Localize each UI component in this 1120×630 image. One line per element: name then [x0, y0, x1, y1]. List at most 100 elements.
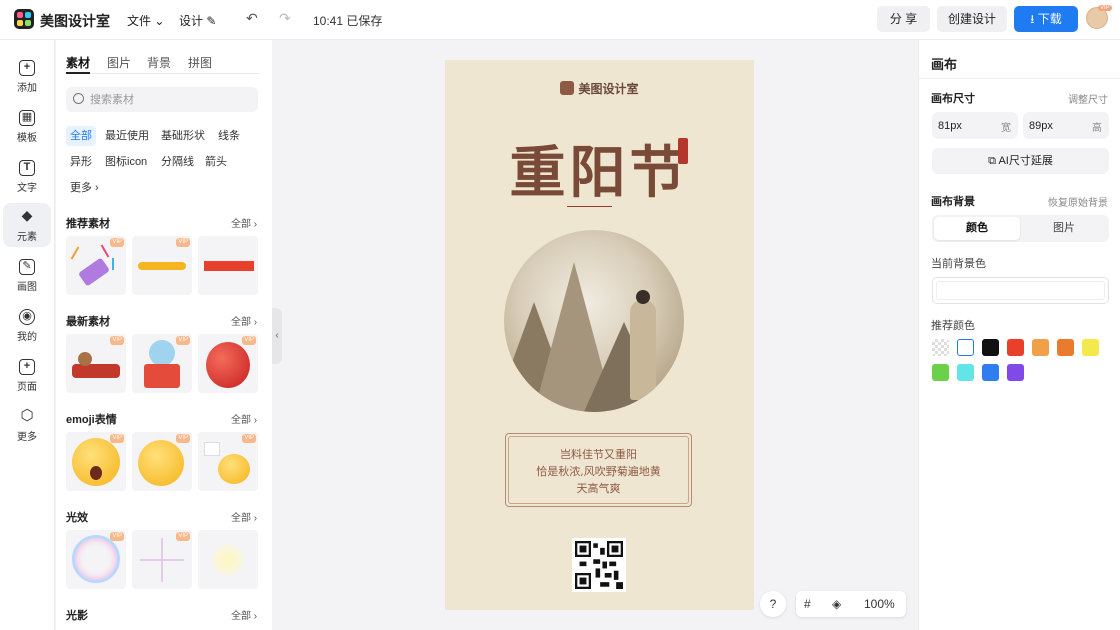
asset-thumb[interactable]: VIP	[198, 432, 258, 491]
file-menu[interactable]: 文件 ⌄	[127, 12, 164, 29]
ai-extend-button[interactable]: ⧉ AI尺寸延展	[932, 148, 1109, 174]
rail-item-text[interactable]: T 文字	[3, 154, 51, 198]
chip-irregular[interactable]: 异形	[66, 152, 96, 172]
section-title: 光影	[66, 610, 88, 622]
asset-panel: 素材 图片 背景 拼图 全部 最近使用 基础形状 线条 异形 图标icon 分隔…	[56, 40, 272, 630]
chip-dividers[interactable]: 分隔线	[157, 152, 198, 172]
seg-image[interactable]: 图片	[1021, 217, 1107, 240]
tab-materials[interactable]: 素材	[66, 54, 90, 71]
more-icon: ⬡	[20, 407, 34, 424]
undo-icon[interactable]: ↶	[246, 10, 258, 27]
layers-icon[interactable]: ◈	[832, 591, 841, 617]
rail-item-add[interactable]: + 添加	[3, 54, 51, 98]
section-all-link[interactable]: 全部 ›	[231, 411, 257, 426]
collapse-panel-button[interactable]: ‹	[272, 308, 282, 364]
swatch-white[interactable]	[957, 339, 974, 356]
current-color-preview	[936, 281, 1105, 300]
asset-thumb[interactable]: VIP	[66, 432, 126, 491]
rail-item-draw[interactable]: ✎ 画图	[3, 253, 51, 297]
landscape-painting-image	[504, 230, 684, 412]
vip-badge: VIP	[242, 336, 256, 345]
chip-icons[interactable]: 图标icon	[101, 152, 151, 172]
tab-images[interactable]: 图片	[107, 54, 131, 71]
search-input[interactable]	[90, 91, 250, 108]
vip-badge: VIP	[176, 238, 190, 247]
swatch-transparent[interactable]	[932, 339, 949, 356]
asset-thumb[interactable]: VIP	[66, 334, 126, 393]
seg-color[interactable]: 颜色	[934, 217, 1020, 240]
asset-thumb[interactable]: VIP	[132, 432, 192, 491]
color-swatch[interactable]	[982, 364, 999, 381]
rail-item-template[interactable]: ▦ 模板	[3, 104, 51, 148]
app-title: 美图设计室	[40, 13, 110, 29]
asset-thumb[interactable]: VIP	[66, 236, 126, 295]
width-field[interactable]: 宽	[932, 112, 1018, 139]
section-all-link[interactable]: 全部 ›	[231, 215, 257, 230]
color-swatch[interactable]	[1032, 339, 1049, 356]
restore-bg-link[interactable]: 恢复原始背景	[1048, 194, 1108, 209]
height-field[interactable]: 高	[1023, 112, 1109, 139]
adjust-size-link[interactable]: 调整尺寸	[1068, 91, 1108, 106]
color-swatch[interactable]	[1007, 364, 1024, 381]
rail-item-more[interactable]: ⬡ 更多	[3, 403, 51, 447]
asset-thumb[interactable]: VIP	[66, 530, 126, 589]
search-box[interactable]	[66, 87, 258, 112]
ai-extend-label: AI尺寸延展	[998, 155, 1053, 167]
color-swatch[interactable]	[982, 339, 999, 356]
color-swatch[interactable]	[1007, 339, 1024, 356]
download-button[interactable]: ⭳ 下载	[1014, 6, 1078, 32]
seal-stamp-icon	[678, 138, 688, 164]
rail-label: 文字	[17, 183, 37, 194]
section-title: 光效	[66, 512, 88, 524]
tab-collage[interactable]: 拼图	[188, 54, 212, 71]
download-icon: ⭳	[1030, 12, 1038, 26]
current-bg-color[interactable]	[932, 277, 1109, 304]
app-logo-icon[interactable]	[14, 9, 34, 29]
tab-backgrounds[interactable]: 背景	[147, 54, 171, 71]
vip-badge: VIP	[176, 532, 190, 541]
create-design-button[interactable]: 创建设计	[937, 6, 1007, 32]
rail-label: 元素	[17, 232, 37, 243]
redo-icon[interactable]: ↷	[279, 10, 291, 27]
share-button[interactable]: 分 享	[877, 6, 930, 32]
asset-thumb[interactable]: VIP	[132, 334, 192, 393]
asset-thumb[interactable]: VIP	[198, 334, 258, 393]
figure-shape	[630, 300, 656, 400]
section-title: 推荐素材	[66, 218, 110, 230]
asset-thumb[interactable]	[198, 236, 258, 295]
height-unit: 高	[1092, 123, 1102, 134]
section-all-link[interactable]: 全部 ›	[231, 607, 257, 622]
rail-label: 页面	[17, 382, 37, 393]
chip-recent[interactable]: 最近使用	[101, 126, 153, 146]
vip-badge: VIP	[176, 434, 190, 443]
design-menu[interactable]: 设计 ✎	[179, 12, 216, 29]
color-swatch[interactable]	[1057, 339, 1074, 356]
poster-brand: 美图设计室	[445, 80, 754, 97]
chip-all[interactable]: 全部	[66, 126, 96, 146]
asset-thumb[interactable]: VIP	[132, 530, 192, 589]
rail-item-mine[interactable]: ◉ 我的	[3, 303, 51, 347]
zoom-level[interactable]: 100%	[864, 591, 895, 617]
left-rail: + 添加 ▦ 模板 T 文字 ◆ 元素 ✎ 画图 ◉ 我的 + 页面 ⬡ 更多	[0, 40, 55, 630]
rail-item-elements[interactable]: ◆ 元素	[3, 203, 51, 247]
section-all-link[interactable]: 全部 ›	[231, 313, 257, 328]
asset-thumb[interactable]: VIP	[132, 236, 192, 295]
grid-icon[interactable]: #	[804, 591, 811, 617]
rail-item-page[interactable]: + 页面	[3, 353, 51, 397]
color-swatch[interactable]	[957, 364, 974, 381]
properties-panel: 画布 画布尺寸 调整尺寸 宽 高 ⧉ AI尺寸延展 画布背景 恢复原始背景 颜色…	[918, 40, 1120, 630]
color-swatch[interactable]	[932, 364, 949, 381]
height-input[interactable]	[1029, 117, 1079, 134]
chip-more[interactable]: 更多 ›	[66, 178, 103, 198]
help-button[interactable]: ?	[760, 591, 786, 617]
poster-canvas[interactable]: 美图设计室 重阳节 岂料佳节又重阳 恰是秋浓,风吹野菊遍地黄 天高气爽	[445, 60, 754, 610]
chip-arrows[interactable]: 箭头	[201, 152, 231, 172]
rail-label: 更多	[17, 432, 37, 443]
color-swatch[interactable]	[1082, 339, 1099, 356]
asset-thumb[interactable]	[198, 530, 258, 589]
chip-basic-shapes[interactable]: 基础形状	[157, 126, 209, 146]
section-all-link[interactable]: 全部 ›	[231, 509, 257, 524]
chip-lines[interactable]: 线条	[214, 126, 244, 146]
canvas-size-label: 画布尺寸	[931, 93, 975, 105]
width-input[interactable]	[938, 117, 988, 134]
